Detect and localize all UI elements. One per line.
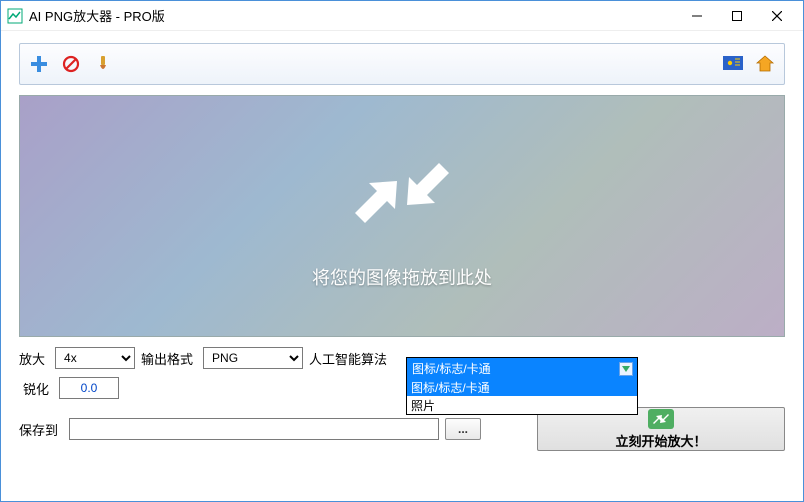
plus-icon xyxy=(29,54,49,74)
dropzone-hint: 将您的图像拖放到此处 xyxy=(312,264,492,290)
controls-row2: 锐化 xyxy=(19,377,785,399)
algorithm-option-icons[interactable]: 图标/标志/卡通 xyxy=(407,378,637,396)
algorithm-option-photo[interactable]: 照片 xyxy=(407,396,637,414)
sharpen-input[interactable] xyxy=(59,377,119,399)
home-button[interactable] xyxy=(754,53,776,75)
content-area: 将您的图像拖放到此处 放大 4x 输出格式 PNG 人工智能算法 锐化 保存到 … xyxy=(1,31,803,501)
algorithm-selected[interactable]: 图标/标志/卡通 xyxy=(407,358,637,378)
format-label: 输出格式 xyxy=(141,349,197,368)
app-icon xyxy=(7,8,23,24)
enlarge-icon xyxy=(648,409,674,429)
chevron-down-icon xyxy=(619,362,633,376)
language-button[interactable] xyxy=(722,53,744,75)
app-window: AI PNG放大器 - PRO版 xyxy=(0,0,804,502)
title-bar: AI PNG放大器 - PRO版 xyxy=(1,1,803,31)
browse-button[interactable]: ... xyxy=(445,418,481,440)
close-button[interactable] xyxy=(757,2,797,30)
saveto-input[interactable] xyxy=(69,418,439,440)
brush-icon xyxy=(94,55,112,73)
enlarge-select[interactable]: 4x xyxy=(55,347,135,369)
browse-label: ... xyxy=(458,422,468,436)
expand-arrows-icon xyxy=(347,153,457,236)
format-select[interactable]: PNG xyxy=(203,347,303,369)
home-icon xyxy=(755,54,775,74)
start-label: 立刻开始放大！ xyxy=(615,431,706,450)
sharpen-label: 锐化 xyxy=(19,379,53,398)
saveto-label: 保存到 xyxy=(19,420,63,439)
forbid-icon xyxy=(62,55,80,73)
add-button[interactable] xyxy=(28,53,50,75)
window-title: AI PNG放大器 - PRO版 xyxy=(29,6,165,25)
flag-icon xyxy=(723,56,743,72)
toolbar xyxy=(19,43,785,85)
controls-row1: 放大 4x 输出格式 PNG 人工智能算法 xyxy=(19,347,785,369)
brush-button[interactable] xyxy=(92,53,114,75)
image-drop-zone[interactable]: 将您的图像拖放到此处 xyxy=(19,95,785,337)
enlarge-label: 放大 xyxy=(19,349,49,368)
maximize-button[interactable] xyxy=(717,2,757,30)
algorithm-selected-text: 图标/标志/卡通 xyxy=(412,360,491,377)
algorithm-label: 人工智能算法 xyxy=(309,349,391,368)
algorithm-dropdown[interactable]: 图标/标志/卡通 图标/标志/卡通 照片 xyxy=(406,357,638,415)
minimize-button[interactable] xyxy=(677,2,717,30)
controls-row3: 保存到 ... 立刻开始放大！ xyxy=(19,407,785,451)
clear-button[interactable] xyxy=(60,53,82,75)
